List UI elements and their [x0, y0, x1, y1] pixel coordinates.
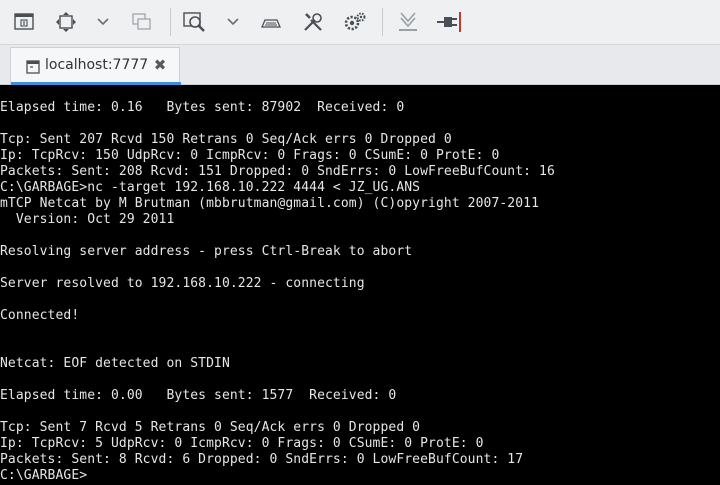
- display-icon[interactable]: [10, 8, 38, 36]
- settings-icon[interactable]: [341, 8, 369, 36]
- chevron-down-icon[interactable]: [90, 8, 116, 36]
- download-icon[interactable]: [394, 8, 422, 36]
- terminal-line: Packets: Sent: 208 Rcvd: 151 Dropped: 0 …: [0, 164, 555, 179]
- terminal-line: Connected!: [0, 308, 80, 323]
- terminal-line: C:\GARBAGE>: [0, 468, 88, 483]
- terminal-line: Netcat: EOF detected on STDIN: [0, 356, 230, 371]
- terminal-tab-icon: [26, 59, 40, 74]
- terminal-line: Elapsed time: 0.16 Bytes sent: 87902 Rec…: [0, 100, 405, 115]
- terminal-line: mTCP Netcat by M Brutman (mbbrutman@gmai…: [0, 196, 540, 211]
- terminal-screen[interactable]: Elapsed time: 0.16 Bytes sent: 87902 Rec…: [0, 85, 720, 485]
- terminal-line: Tcp: Sent 7 Rcvd 5 Retrans 0 Seq/Ack err…: [0, 420, 421, 435]
- terminal-line: C:\GARBAGE>nc -target 192.168.10.222 444…: [0, 180, 421, 195]
- windows-icon[interactable]: [128, 8, 156, 36]
- chevron-down-icon[interactable]: [220, 8, 246, 36]
- close-icon[interactable]: ✖: [151, 55, 169, 75]
- move-icon[interactable]: [52, 8, 80, 36]
- toolbar: [0, 0, 720, 45]
- terminal-line: Ip: TcpRcv: 150 UdpRcv: 0 IcmpRcv: 0 Fra…: [0, 148, 500, 163]
- tab-label: localhost:7777: [45, 57, 149, 73]
- toolbar-separator: [170, 8, 171, 36]
- terminal-line: Packets: Sent: 8 Rcvd: 6 Dropped: 0 SndE…: [0, 452, 524, 467]
- disconnect-icon[interactable]: [435, 8, 463, 36]
- tab-localhost[interactable]: localhost:7777 ✖: [10, 47, 181, 85]
- terminal-line: Ip: TcpRcv: 5 UdpRcv: 0 IcmpRcv: 0 Frags…: [0, 436, 484, 451]
- tab-bar: localhost:7777 ✖: [0, 45, 720, 85]
- toolbar-separator: [382, 8, 383, 36]
- tools-icon[interactable]: [299, 8, 327, 36]
- zoom-icon[interactable]: [181, 8, 209, 36]
- terminal-line: Resolving server address - press Ctrl-Br…: [0, 244, 413, 259]
- terminal-line: Server resolved to 192.168.10.222 - conn…: [0, 276, 365, 291]
- terminal-line: Tcp: Sent 207 Rcvd 150 Retrans 0 Seq/Ack…: [0, 132, 452, 147]
- keyboard-icon[interactable]: [257, 8, 285, 36]
- terminal-line: Elapsed time: 0.00 Bytes sent: 1577 Rece…: [0, 388, 397, 403]
- terminal-line: Version: Oct 29 2011: [0, 212, 175, 227]
